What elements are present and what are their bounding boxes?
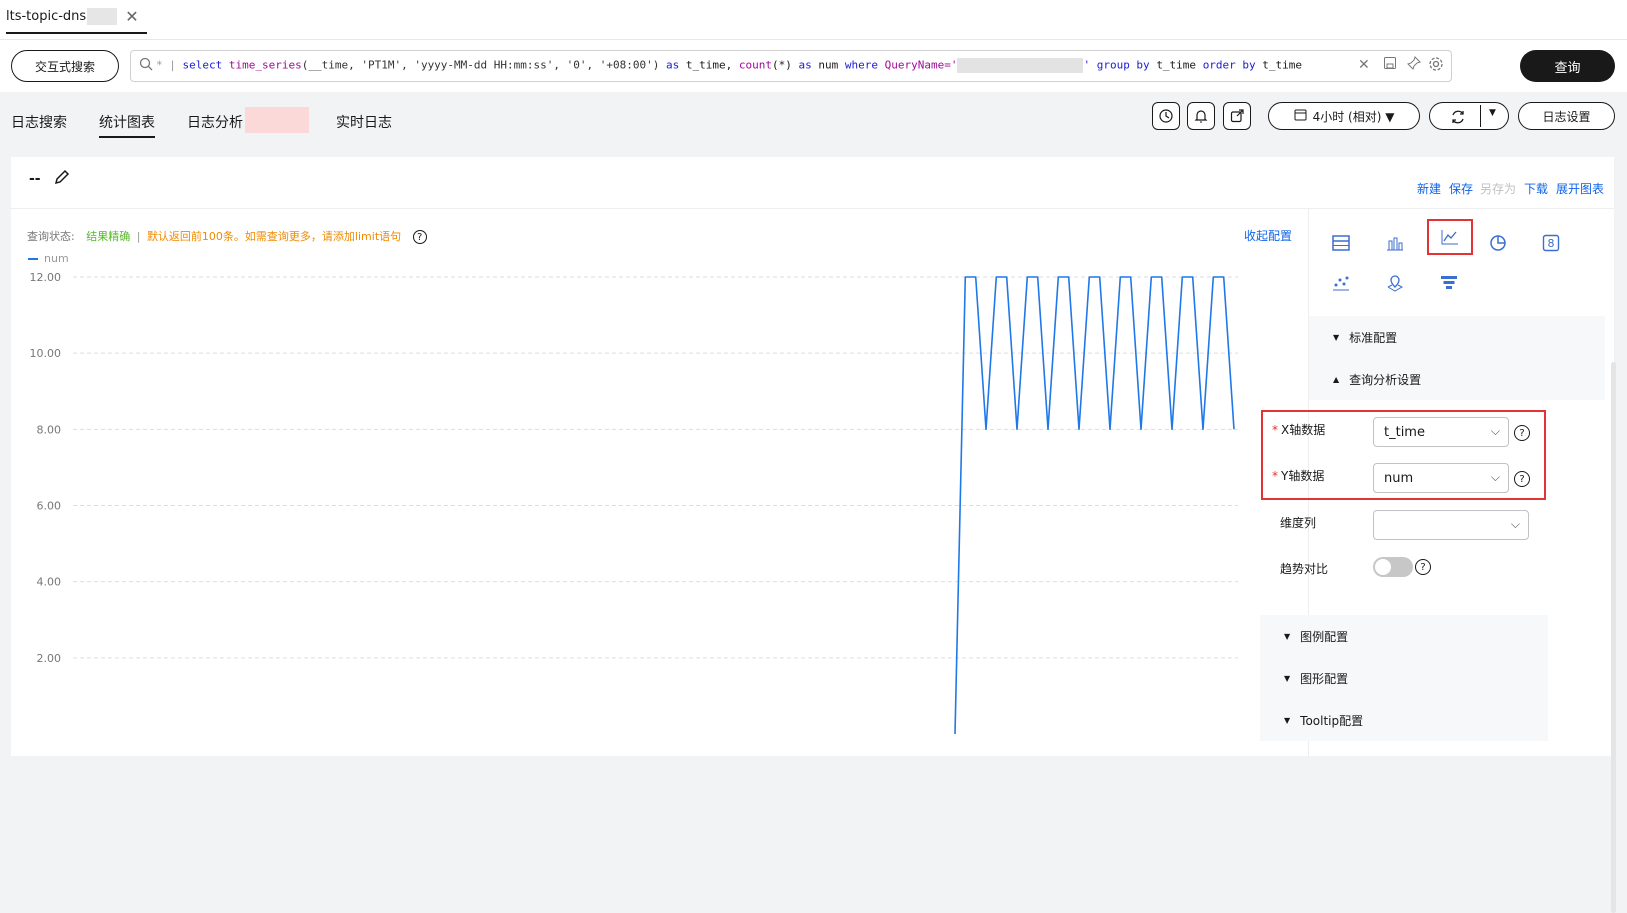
dimension-label: 维度列 [1280, 516, 1317, 530]
caret-down-icon: ▼ [1284, 715, 1291, 725]
new-chart-link[interactable]: 新建 [1417, 180, 1441, 197]
scrollbar[interactable] [1611, 362, 1616, 913]
tab-log-analysis[interactable]: 日志分析 [187, 112, 243, 138]
tab-statistics-chart[interactable]: 统计图表 [99, 112, 155, 138]
bell-icon[interactable] [1187, 102, 1215, 130]
trend-compare-toggle[interactable] [1373, 557, 1413, 577]
interactive-search-button[interactable]: 交互式搜索 [11, 50, 119, 82]
table-icon[interactable] [1329, 231, 1353, 255]
x-axis-label: * X轴数据 [1272, 423, 1326, 437]
pie-chart-icon[interactable] [1486, 231, 1510, 255]
section-tooltip-config[interactable]: ▼ Tooltip配置 [1260, 699, 1548, 741]
caret-up-icon: ▲ [1333, 374, 1340, 384]
chevron-down-icon: ⌵ [1490, 470, 1500, 484]
caret-down-icon: ▼ [1284, 673, 1291, 683]
log-stream-tab[interactable]: lts-topic-dns ✕ [6, 0, 147, 34]
legend-swatch [28, 257, 38, 260]
bar-chart-icon[interactable] [1383, 231, 1407, 255]
toggle-knob [1375, 559, 1391, 575]
save-as-link: 另存为 [1480, 182, 1517, 196]
refresh-icon [1450, 109, 1466, 128]
sql-query-input[interactable]: * | select time_series(__time, 'PT1M', '… [130, 50, 1452, 82]
y-tick-label: 6.00 [37, 500, 62, 513]
help-icon[interactable]: ? [412, 230, 427, 244]
gear-icon[interactable] [1428, 56, 1444, 76]
download-link[interactable]: 下载 [1524, 180, 1548, 197]
y-axis-select[interactable]: num ⌵ [1373, 463, 1509, 493]
history-icon[interactable] [1152, 102, 1180, 130]
query-status: 查询状态: 结果精确 | 默认返回前100条。如需查询更多，请添加limit语句… [27, 228, 427, 244]
y-tick-label: 10.00 [30, 347, 62, 360]
help-icon[interactable]: ? [1415, 559, 1431, 575]
redacted-value [957, 58, 1084, 73]
chevron-down-icon[interactable]: ▼ [1489, 108, 1496, 118]
x-axis-select[interactable]: t_time ⌵ [1373, 417, 1509, 447]
collapse-config-link[interactable]: 收起配置 [1244, 227, 1292, 244]
redacted-block [245, 107, 309, 133]
y-tick-label: 12.00 [30, 271, 62, 284]
calendar-icon [1294, 108, 1307, 124]
document-tab-bar: lts-topic-dns ✕ [0, 0, 1627, 40]
refresh-button[interactable]: ▼ [1429, 102, 1509, 130]
status-ok: 结果精确 [86, 230, 131, 243]
section-standard-config[interactable]: ▼ 标准配置 [1309, 316, 1605, 358]
tab-log-search[interactable]: 日志搜索 [11, 112, 67, 138]
share-icon[interactable] [1223, 102, 1251, 130]
sql-query-text[interactable]: * | select time_series(__time, 'PT1M', '… [156, 58, 1302, 73]
search-button[interactable]: 查询 [1520, 50, 1615, 82]
y-tick-label: 4.00 [37, 576, 62, 589]
query-bar: 交互式搜索 * | select time_series(__time, 'PT… [0, 40, 1627, 92]
map-icon[interactable] [1383, 271, 1407, 295]
chart-title: -- [29, 171, 41, 187]
svg-text:8: 8 [1548, 237, 1555, 250]
line-chart-icon[interactable] [1427, 219, 1473, 255]
trend-compare-label: 趋势对比 [1280, 562, 1329, 576]
save-query-icon[interactable] [1383, 56, 1397, 74]
divider [1480, 105, 1481, 127]
number-icon[interactable]: 8 [1539, 231, 1563, 255]
series-line-num[interactable] [954, 276, 1235, 735]
caret-down-icon: ▼ [1333, 332, 1340, 342]
chevron-down-icon: ⌵ [1510, 517, 1520, 531]
scatter-icon[interactable] [1329, 271, 1353, 295]
caret-down-icon: ▼ [1284, 631, 1291, 641]
tab-realtime-log[interactable]: 实时日志 [336, 112, 392, 138]
log-stream-tab-label: lts-topic-dns [6, 8, 87, 24]
chevron-down-icon: ⌵ [1490, 424, 1500, 438]
section-query-analysis[interactable]: ▲ 查询分析设置 [1309, 358, 1605, 400]
section-legend-config[interactable]: ▼ 图例配置 [1260, 615, 1548, 657]
y-tick-label: 2.00 [37, 652, 62, 665]
log-settings-button[interactable]: 日志设置 [1518, 102, 1615, 130]
line-chart[interactable]: 12.00 10.00 8.00 6.00 4.00 2.00 [11, 262, 1301, 756]
time-range-picker[interactable]: 4小时 (相对) ▼ [1268, 102, 1420, 130]
redacted-block [87, 7, 118, 25]
search-icon [139, 57, 153, 75]
y-tick-label: 8.00 [37, 423, 62, 436]
funnel-icon[interactable] [1437, 271, 1461, 295]
clear-icon[interactable]: ✕ [1358, 57, 1370, 73]
y-axis-label: * Y轴数据 [1272, 469, 1325, 483]
close-icon[interactable]: ✕ [125, 7, 138, 26]
panel-header: -- 新建 保存 另存为 下载 展开图表 [11, 157, 1614, 209]
help-icon[interactable]: ? [1514, 471, 1530, 487]
dimension-select[interactable]: ⌵ [1373, 510, 1529, 540]
pencil-icon[interactable] [54, 169, 70, 189]
section-graph-config[interactable]: ▼ 图形配置 [1260, 657, 1548, 699]
help-icon[interactable]: ? [1514, 425, 1530, 441]
save-chart-link[interactable]: 保存 [1449, 180, 1473, 197]
status-warning: 默认返回前100条。如需查询更多，请添加limit语句 [146, 230, 402, 243]
pin-icon[interactable] [1407, 56, 1421, 74]
expand-chart-link[interactable]: 展开图表 [1556, 180, 1604, 197]
